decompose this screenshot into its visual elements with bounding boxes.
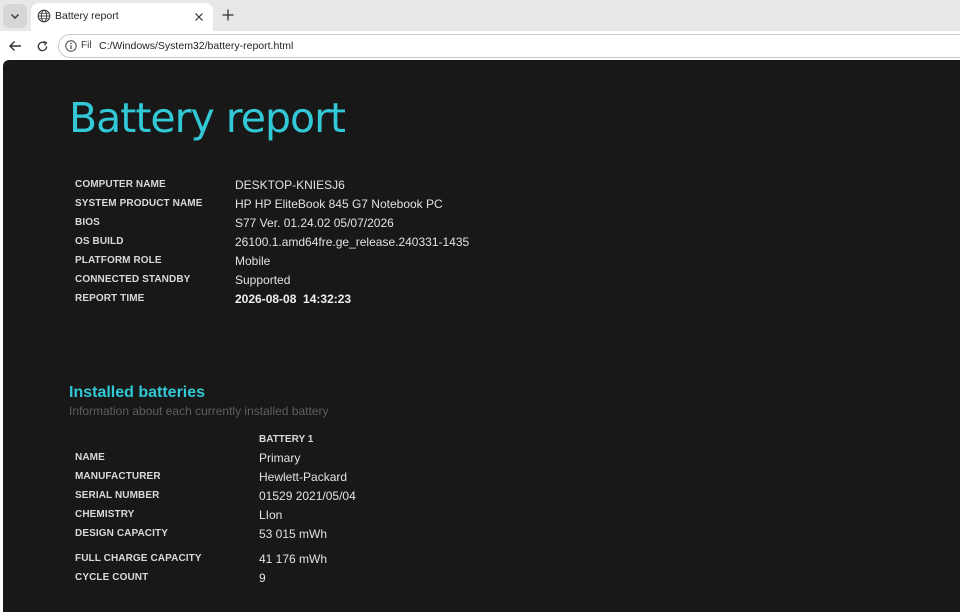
full-charge-capacity-value: 41 176 mWh	[259, 552, 328, 566]
installed-batteries-subtitle: Information about each currently install…	[69, 404, 329, 418]
serial-number-label: SERIAL NUMBER	[75, 490, 160, 501]
back-button[interactable]	[5, 36, 25, 56]
page-title: Battery report	[69, 94, 346, 142]
installed-batteries-heading: Installed batteries	[69, 384, 206, 401]
serial-number-value: 01529 2021/05/04	[259, 489, 356, 503]
connected-standby-value: Supported	[235, 273, 291, 287]
page-content: Battery report COMPUTER NAME DESKTOP-KNI…	[3, 60, 960, 612]
new-tab-button[interactable]	[218, 5, 238, 25]
tab-strip: Battery report	[0, 0, 960, 31]
system-product-name-label: SYSTEM PRODUCT NAME	[75, 198, 203, 209]
cycle-count-value: 9	[259, 571, 266, 585]
chemistry-label: CHEMISTRY	[75, 509, 135, 520]
os-build-label: OS BUILD	[75, 236, 124, 247]
cycle-count-label: CYCLE COUNT	[75, 572, 149, 583]
bios-value: S77 Ver. 01.24.02 05/07/2026	[235, 216, 394, 230]
platform-role-value: Mobile	[235, 254, 271, 268]
platform-role-label: PLATFORM ROLE	[75, 255, 162, 266]
report-time-value: 2026-08-08 14:32:23	[235, 292, 352, 306]
url-text[interactable]: C:/Windows/System32/battery-report.html	[99, 40, 293, 52]
reload-button[interactable]	[32, 36, 52, 56]
globe-icon	[37, 9, 51, 23]
connected-standby-label: CONNECTED STANDBY	[75, 274, 191, 285]
chevron-down-icon	[11, 14, 19, 19]
address-bar[interactable]: Fil C:/Windows/System32/battery-report.h…	[58, 34, 960, 58]
address-scheme-label: Fil	[81, 40, 92, 51]
plus-icon	[222, 9, 234, 21]
computer-name-value: DESKTOP-KNIESJ6	[235, 178, 345, 192]
close-icon	[195, 13, 203, 21]
reload-icon	[37, 40, 47, 51]
report-time-label: REPORT TIME	[75, 293, 145, 304]
manufacturer-value: Hewlett-Packard	[259, 470, 348, 484]
battery-name-value: Primary	[259, 451, 301, 465]
system-product-name-value: HP HP EliteBook 845 G7 Notebook PC	[235, 197, 443, 211]
tab-battery-report[interactable]: Battery report	[31, 3, 213, 31]
toolbar: Fil C:/Windows/System32/battery-report.h…	[0, 31, 960, 60]
tab-close-button[interactable]	[190, 8, 208, 26]
design-capacity-value: 53 015 mWh	[259, 527, 328, 541]
arrow-left-icon	[9, 41, 21, 51]
bios-label: BIOS	[75, 217, 100, 228]
info-icon[interactable]	[65, 40, 77, 52]
tab-search-button[interactable]	[3, 4, 27, 28]
tab-title: Battery report	[55, 10, 119, 22]
battery-column-header: BATTERY 1	[259, 434, 314, 445]
design-capacity-label: DESIGN CAPACITY	[75, 528, 168, 539]
os-build-value: 26100.1.amd64fre.ge_release.240331-1435	[235, 235, 470, 249]
full-charge-capacity-label: FULL CHARGE CAPACITY	[75, 553, 202, 564]
manufacturer-label: MANUFACTURER	[75, 471, 161, 482]
battery-name-label: NAME	[75, 452, 105, 463]
chemistry-value: LIon	[259, 508, 283, 522]
computer-name-label: COMPUTER NAME	[75, 179, 166, 190]
